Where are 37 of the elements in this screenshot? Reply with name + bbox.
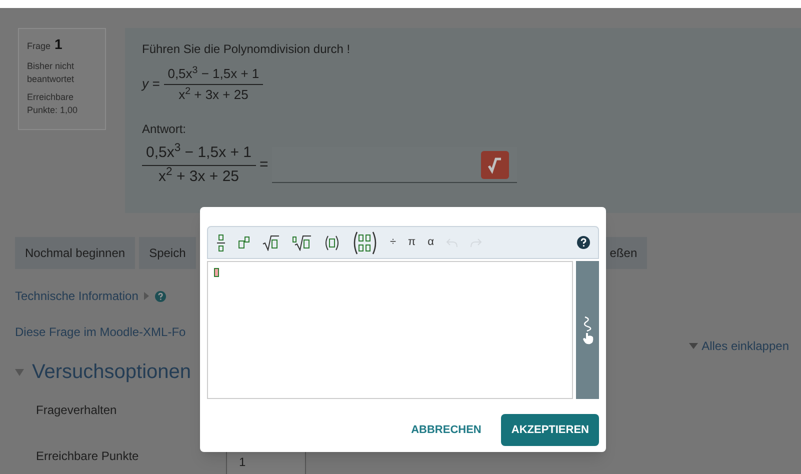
- answer-label: Antwort:: [142, 121, 188, 138]
- section-heading[interactable]: Versuchsoptionen: [32, 357, 192, 387]
- symbol-tool[interactable]: ÷: [390, 234, 396, 251]
- parentheses-icon[interactable]: [324, 234, 340, 250]
- question-number: 1: [54, 35, 62, 54]
- denominator: x$^{2}$ + 3x + 25: [178, 84, 250, 104]
- symbol-tool[interactable]: α: [428, 234, 434, 251]
- handwriting-panel-tab[interactable]: [576, 261, 599, 399]
- power-icon[interactable]: [238, 236, 250, 250]
- equals-sign: =: [260, 154, 268, 175]
- question-label: Frage: [27, 40, 51, 53]
- field-label: Erreichbare Punkte: [36, 448, 140, 465]
- matrix-icon[interactable]: [352, 230, 378, 254]
- cancel-button[interactable]: ABBRECHEN: [411, 422, 482, 438]
- action-button[interactable]: Nochmal beginnen: [15, 237, 136, 269]
- link[interactable]: Technische Information: [15, 287, 138, 305]
- symbol-tool[interactable]: π: [408, 234, 416, 251]
- numerator: 0,5x$^{3}$ − 1,5x + 1: [145, 142, 253, 163]
- collapse-all-link[interactable]: Alles einklappen: [702, 337, 789, 355]
- collapse-arrow-icon: [688, 343, 698, 349]
- points-text: Erreichbare Punkte: 1,00: [27, 91, 79, 117]
- action-button[interactable]: Speich: [139, 237, 196, 269]
- help-icon[interactable]: [577, 236, 590, 249]
- cursor-placeholder-icon: [214, 268, 219, 277]
- denominator: x$^{2}$ + 3x + 25: [158, 166, 240, 186]
- numerator: 0,5x$^{3}$ − 1,5x + 1: [166, 64, 260, 83]
- square-root-icon[interactable]: [262, 234, 280, 250]
- fraction-icon[interactable]: [216, 234, 226, 252]
- question-prompt: Führen Sie die Polynomdivision durch !: [142, 41, 352, 58]
- hand-writing-icon: [580, 315, 594, 345]
- formula-lhs: y =: [142, 75, 160, 94]
- field-label: Frageverhalten: [36, 402, 118, 419]
- nth-root-icon[interactable]: [292, 234, 312, 250]
- accept-button[interactable]: AKZEPTIEREN: [501, 414, 599, 446]
- math-editor-button[interactable]: [481, 150, 510, 178]
- link[interactable]: Diese Frage im Moodle-XML-Fo: [15, 323, 186, 341]
- status-text: Bisher nicht beantwortet: [27, 60, 76, 86]
